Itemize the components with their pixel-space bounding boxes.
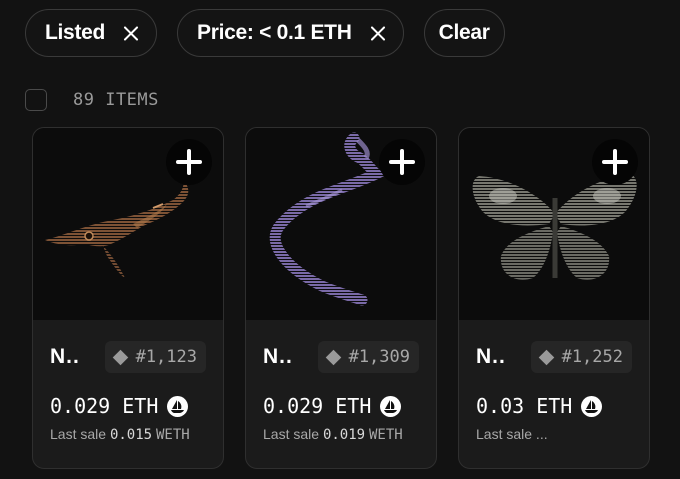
token-id: #1,309 — [348, 347, 410, 367]
close-icon[interactable] — [370, 26, 385, 41]
last-sale: Last sale ... — [476, 426, 633, 443]
nft-card[interactable]: N.. #1,123 0.029 ETH Last sale 0.015 WET… — [32, 127, 224, 469]
nft-image-butterfly[interactable] — [459, 128, 649, 320]
last-sale-value: 0.015 — [109, 427, 153, 443]
last-sale-label: Last sale — [263, 426, 320, 442]
card-name[interactable]: N.. — [50, 345, 80, 369]
token-id: #1,123 — [135, 347, 197, 367]
nft-image-squiggle[interactable] — [246, 128, 436, 320]
opensea-icon — [167, 395, 189, 417]
price-row: 0.029 ETH — [263, 394, 420, 418]
card-info: N.. #1,309 0.029 ETH Last sale 0.019 WET… — [246, 341, 436, 443]
opensea-icon — [380, 395, 402, 417]
opensea-icon — [581, 395, 603, 417]
plus-icon[interactable] — [379, 139, 425, 185]
filter-bar: Listed Price: < 0.1 ETH Clear — [25, 9, 505, 57]
diamond-icon — [538, 349, 554, 365]
diamond-icon — [325, 349, 341, 365]
price: 0.029 ETH — [50, 394, 159, 418]
filter-chip-price[interactable]: Price: < 0.1 ETH — [177, 9, 404, 57]
clear-label: Clear — [438, 21, 490, 44]
card-info: N.. #1,123 0.029 ETH Last sale 0.015 WET… — [33, 341, 223, 443]
price-row: 0.029 ETH — [50, 394, 207, 418]
plus-icon[interactable] — [592, 139, 638, 185]
plus-icon[interactable] — [166, 139, 212, 185]
price: 0.029 ETH — [263, 394, 372, 418]
card-name[interactable]: N.. — [263, 345, 293, 369]
last-sale-value: 0.019 — [322, 427, 366, 443]
filter-chip-label: Price: < 0.1 ETH — [197, 21, 352, 44]
close-icon[interactable] — [123, 26, 138, 41]
last-sale: Last sale 0.015 WETH — [50, 426, 207, 443]
last-sale-label: Last sale — [50, 426, 107, 442]
clear-filters-button[interactable]: Clear — [423, 9, 505, 57]
nft-card[interactable]: N.. #1,252 0.03 ETH Last sale ... — [458, 127, 650, 469]
token-badge: #1,252 — [530, 341, 632, 373]
last-sale-currency: WETH — [368, 427, 403, 443]
price-row: 0.03 ETH — [476, 394, 633, 418]
collection-page: Listed Price: < 0.1 ETH Clear 89 ITEMS N… — [0, 0, 680, 479]
card-info: N.. #1,252 0.03 ETH Last sale ... — [459, 341, 649, 443]
token-badge: #1,123 — [104, 341, 206, 373]
last-sale-currency: WETH — [155, 427, 190, 443]
card-name-row: N.. #1,123 — [50, 341, 207, 373]
items-count-row: 89 ITEMS — [25, 89, 159, 111]
token-badge: #1,309 — [317, 341, 419, 373]
last-sale-label: Last sale ... — [476, 426, 548, 442]
items-count: 89 ITEMS — [73, 90, 159, 110]
last-sale: Last sale 0.019 WETH — [263, 426, 420, 443]
diamond-icon — [112, 349, 128, 365]
card-name-row: N.. #1,252 — [476, 341, 633, 373]
token-id: #1,252 — [561, 347, 623, 367]
nft-image-whale[interactable] — [33, 128, 223, 320]
nft-card[interactable]: N.. #1,309 0.029 ETH Last sale 0.019 WET… — [245, 127, 437, 469]
filter-chip-label: Listed — [45, 21, 106, 44]
card-name[interactable]: N.. — [476, 345, 506, 369]
filter-chip-listed[interactable]: Listed — [25, 9, 158, 57]
price: 0.03 ETH — [476, 394, 573, 418]
select-all-checkbox[interactable] — [25, 89, 47, 111]
card-name-row: N.. #1,309 — [263, 341, 420, 373]
item-grid: N.. #1,123 0.029 ETH Last sale 0.015 WET… — [32, 127, 650, 469]
